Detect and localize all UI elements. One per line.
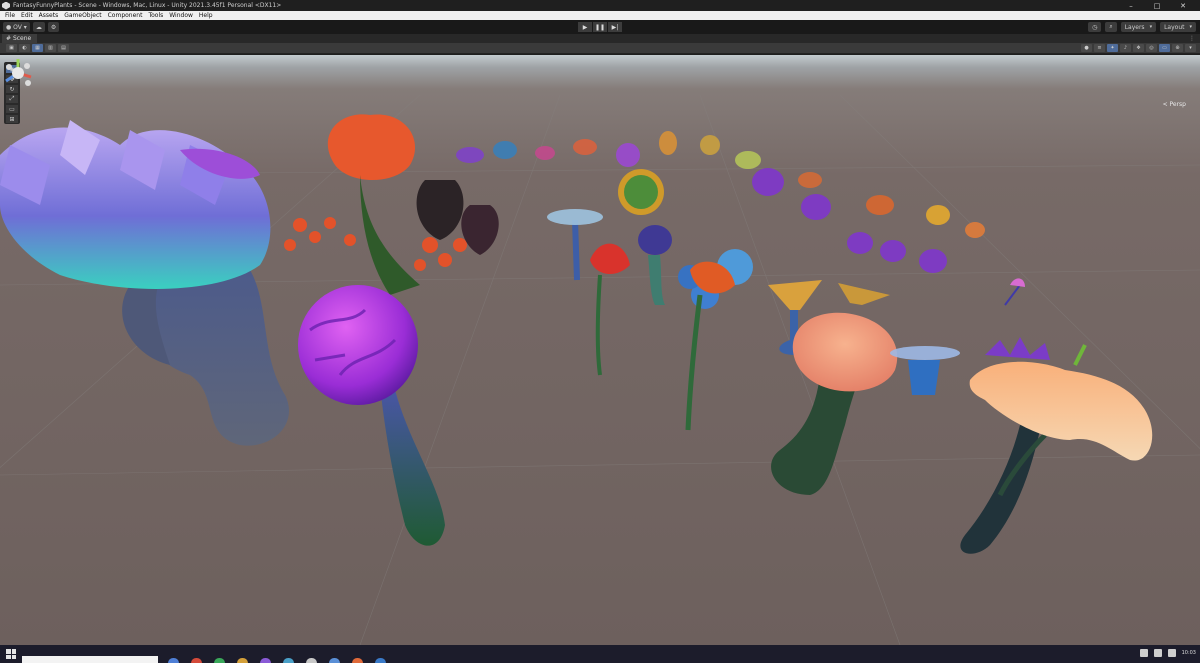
account-icon: ● bbox=[6, 23, 14, 31]
grid-snap-icon[interactable]: ▦ bbox=[32, 44, 43, 52]
audio-icon[interactable]: ♪ bbox=[1120, 44, 1131, 52]
sphere-icon[interactable]: ● bbox=[1081, 44, 1092, 52]
layout-label: Layout bbox=[1164, 23, 1185, 31]
window-controls: – □ ✕ bbox=[1118, 0, 1196, 11]
app-icon[interactable] bbox=[237, 658, 248, 663]
orientation-gizmo-icon[interactable] bbox=[0, 55, 36, 91]
menu-help[interactable]: Help bbox=[196, 11, 216, 20]
app-icon[interactable] bbox=[214, 658, 225, 663]
cloud-button[interactable]: ☁ bbox=[32, 22, 45, 32]
toolbar-right: ◷ ⌕ Layers ▾ Layout ▾ bbox=[1084, 22, 1196, 32]
history-icon: ◷ bbox=[1092, 23, 1098, 31]
app-icon[interactable] bbox=[375, 658, 386, 663]
cloud-icon: ☁ bbox=[35, 23, 42, 31]
gizmos-icon[interactable]: ⊕ bbox=[1172, 44, 1183, 52]
menu-bar: File Edit Assets GameObject Component To… bbox=[0, 11, 1200, 20]
minimize-button[interactable]: – bbox=[1118, 0, 1144, 11]
app-icon[interactable] bbox=[306, 658, 317, 663]
menu-file[interactable]: File bbox=[2, 11, 18, 20]
step-button[interactable]: ▶| bbox=[608, 22, 622, 32]
app-icon[interactable] bbox=[283, 658, 294, 663]
menu-edit[interactable]: Edit bbox=[18, 11, 36, 20]
taskbar: 10:03 bbox=[0, 645, 1200, 663]
windows-start-icon[interactable] bbox=[6, 649, 16, 659]
app-icon[interactable] bbox=[168, 658, 179, 663]
menu-gameobject[interactable]: GameObject bbox=[61, 11, 104, 20]
history-button[interactable]: ◷ bbox=[1088, 22, 1102, 32]
scene-toolbar: ▣ ◐ ▦ ▥ ▤ ● ≡ ✦ ♪ ❖ ◎ ▭ ⊕ ▾ bbox=[0, 43, 1200, 54]
menu-assets[interactable]: Assets bbox=[36, 11, 62, 20]
collab-button[interactable]: ⚙ bbox=[47, 22, 60, 32]
battery-icon[interactable] bbox=[1167, 649, 1176, 657]
window-title: FantasyFunnyPlants - Scene - Windows, Ma… bbox=[13, 2, 282, 9]
effects-icon[interactable]: ❖ bbox=[1133, 44, 1144, 52]
collab-icon: ⚙ bbox=[50, 23, 57, 31]
unity-logo-icon bbox=[2, 1, 10, 10]
volume-icon[interactable] bbox=[1153, 649, 1162, 657]
increment-snap-icon[interactable]: ▥ bbox=[45, 44, 56, 52]
layout-dropdown[interactable]: Layout ▾ bbox=[1160, 22, 1196, 32]
layers-label: Layers bbox=[1124, 23, 1145, 31]
menu-window[interactable]: Window bbox=[166, 11, 196, 20]
scene-viewport[interactable]: ◉ ✥ ↻ ⤢ ▭ ⊞ < Persp bbox=[0, 55, 1200, 645]
account-label: OV bbox=[13, 23, 22, 31]
hidden-objects-icon[interactable]: ◎ bbox=[1146, 44, 1157, 52]
app-icon[interactable] bbox=[329, 658, 340, 663]
gizmos-dropdown-icon[interactable]: ▾ bbox=[1185, 44, 1196, 52]
network-icon[interactable] bbox=[1139, 649, 1148, 657]
account-dropdown[interactable]: ● OV ▾ bbox=[3, 22, 30, 32]
more-options-icon[interactable]: ⋮ bbox=[1189, 34, 1195, 43]
chevron-down-icon: ▾ bbox=[21, 23, 27, 31]
layers-dropdown[interactable]: Layers ▾ bbox=[1120, 22, 1157, 32]
rect-tool-icon[interactable]: ▭ bbox=[6, 105, 18, 113]
taskbar-search-input[interactable] bbox=[22, 656, 158, 663]
title-bar: FantasyFunnyPlants - Scene - Windows, Ma… bbox=[0, 0, 1200, 11]
system-tray: 10:03 bbox=[1134, 649, 1196, 657]
camera-projection-label[interactable]: < Persp bbox=[1163, 101, 1186, 108]
play-button[interactable]: ▶ bbox=[578, 22, 592, 32]
pause-button[interactable]: ❚❚ bbox=[593, 22, 607, 32]
scene-render bbox=[0, 94, 1200, 645]
menu-tools[interactable]: Tools bbox=[145, 11, 166, 20]
maximize-button[interactable]: □ bbox=[1144, 0, 1170, 11]
chevron-down-icon: ▾ bbox=[1189, 24, 1192, 30]
scene-icon: # bbox=[6, 35, 13, 42]
close-button[interactable]: ✕ bbox=[1170, 0, 1196, 11]
grid-visibility-icon[interactable]: ▤ bbox=[58, 44, 69, 52]
taskbar-apps bbox=[168, 658, 398, 663]
render-mode-icon[interactable]: ≡ bbox=[1094, 44, 1105, 52]
tab-scene-label: Scene bbox=[12, 35, 32, 42]
scene-toolbar-right: ● ≡ ✦ ♪ ❖ ◎ ▭ ⊕ ▾ bbox=[1081, 44, 1198, 52]
chevron-down-icon: ▾ bbox=[1149, 24, 1153, 30]
main-toolbar: ● OV ▾ ☁ ⚙ ▶ ❚❚ ▶| ◷ ⌕ Layers ▾ Layout ▾ bbox=[0, 20, 1200, 34]
search-icon: ⌕ bbox=[1109, 23, 1113, 30]
draw-mode-icon[interactable]: ▣ bbox=[6, 44, 17, 52]
shading-icon[interactable]: ◐ bbox=[19, 44, 30, 52]
app-icon[interactable] bbox=[260, 658, 271, 663]
app-icon[interactable] bbox=[191, 658, 202, 663]
tab-strip: # Scene ⋮ bbox=[0, 34, 1200, 43]
app-icon[interactable] bbox=[352, 658, 363, 663]
menu-component[interactable]: Component bbox=[105, 11, 146, 20]
search-button[interactable]: ⌕ bbox=[1105, 22, 1117, 32]
camera-icon[interactable]: ▭ bbox=[1159, 44, 1170, 52]
scene-toolbar-left: ▣ ◐ ▦ ▥ ▤ bbox=[6, 44, 71, 52]
play-controls: ▶ ❚❚ ▶| bbox=[578, 22, 623, 32]
tab-scene[interactable]: # Scene bbox=[2, 34, 38, 43]
lighting-icon[interactable]: ✦ bbox=[1107, 44, 1118, 52]
transform-tool-icon[interactable]: ⊞ bbox=[6, 115, 18, 123]
scale-tool-icon[interactable]: ⤢ bbox=[6, 95, 18, 103]
clock[interactable]: 10:03 bbox=[1182, 650, 1196, 656]
